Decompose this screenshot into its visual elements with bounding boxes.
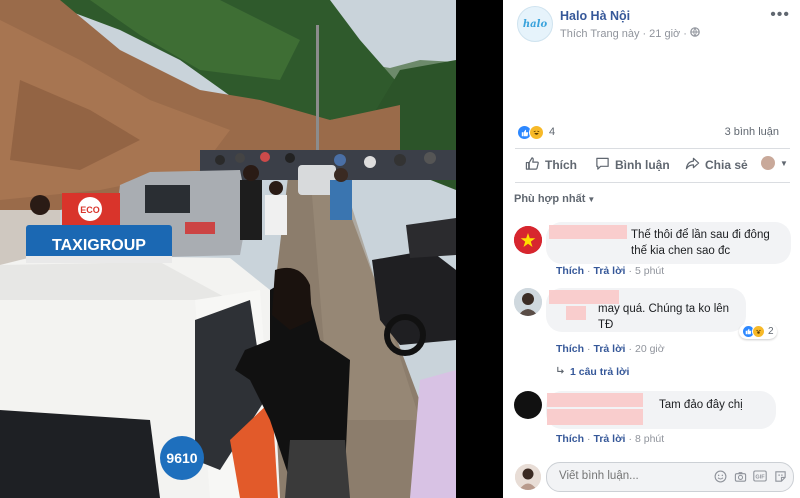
comment-composer: GIF (503, 458, 800, 498)
commenter-avatar[interactable] (514, 226, 542, 254)
comment-time[interactable]: 20 giờ (635, 343, 665, 355)
comment-bubble: may quá. Chúng ta ko lên TĐ (546, 288, 746, 332)
comment-reply-link[interactable]: Trả lời (594, 265, 626, 277)
taxi-number: 9610 (166, 450, 197, 466)
comment-sort-dropdown[interactable]: Phù hợp nhất ▼ (514, 193, 595, 205)
comment-input[interactable] (557, 469, 711, 483)
post-time[interactable]: 21 giờ (649, 28, 680, 40)
gif-icon[interactable]: GIF (753, 469, 767, 483)
meta-separator: · (642, 27, 647, 40)
reply-arrow-icon (556, 366, 565, 378)
reaction-icons[interactable] (517, 125, 544, 140)
comment-like-link[interactable]: Thích (556, 265, 584, 277)
comment-actions: Thích · Trả lời · 8 phút (556, 433, 665, 445)
comment-like-link[interactable]: Thích (556, 433, 584, 445)
caret-down-icon: ▼ (780, 158, 788, 168)
comment-actions: Thích · Trả lời · 20 giờ (556, 343, 665, 355)
comment-reaction-count: 2 (768, 326, 774, 337)
sticker-icon[interactable] (773, 469, 787, 483)
commenter-avatar[interactable] (514, 391, 542, 419)
replies-count-label: 1 câu trả lời (570, 366, 630, 378)
reactions-bar: 4 3 bình luận (517, 123, 787, 141)
divider (515, 182, 790, 183)
wow-reaction-icon (752, 325, 765, 338)
comment-bubble-icon (595, 156, 610, 174)
haha-reaction-icon (529, 125, 544, 140)
svg-text:GIF: GIF (755, 475, 765, 481)
comment-time[interactable]: 8 phút (635, 433, 664, 445)
caret-down-icon: ▼ (587, 195, 596, 204)
comment-like-link[interactable]: Thích (556, 343, 584, 355)
thumbs-up-icon (525, 156, 540, 174)
emoji-icon[interactable] (713, 469, 727, 483)
redacted-name (549, 225, 627, 239)
commenter-avatar[interactable] (514, 288, 542, 316)
more-options-icon[interactable]: ••• (770, 6, 790, 24)
current-user-avatar[interactable] (515, 464, 541, 490)
redacted-name (547, 409, 643, 425)
post-meta: Thích Trang này · 21 giờ · (560, 27, 700, 40)
taxi-sign-text: TAXIGROUP (52, 237, 146, 254)
redacted-name (547, 393, 643, 407)
post-header: halo Halo Hà Nội Thích Trang này · 21 gi… (503, 0, 800, 50)
share-button[interactable]: Chia sẻ (685, 156, 748, 174)
like-label: Thích (545, 158, 577, 172)
post-actions: Thích Bình luận Chia sẻ ▼ (503, 152, 800, 180)
sort-label: Phù hợp nhất (514, 193, 586, 205)
like-page-link[interactable]: Thích Trang này (560, 28, 640, 40)
redacted-name (566, 306, 586, 320)
comment-bubble: Tam đảo đây chị (546, 391, 776, 429)
view-replies-link[interactable]: 1 câu trả lời (556, 366, 629, 378)
eco-sign-text: ECO (80, 205, 100, 215)
meta-separator: · (683, 27, 687, 40)
comment-input-box[interactable]: GIF (546, 462, 794, 492)
post-panel: halo Halo Hà Nội Thích Trang này · 21 gi… (503, 0, 800, 498)
share-label: Chia sẻ (705, 158, 748, 172)
post-photo[interactable]: 9610 TAXIGROUP ECO (0, 0, 456, 498)
post-as-selector[interactable]: ▼ (761, 156, 788, 170)
comment-count[interactable]: 3 bình luận (725, 126, 779, 138)
comment-reply-link[interactable]: Trả lời (594, 343, 626, 355)
redacted-name (549, 290, 619, 304)
page-avatar-text: halo (522, 18, 548, 30)
comment-bubble: Thế thôi để lần sau đi đông thế kia chen… (546, 222, 791, 264)
page-avatar[interactable]: halo (517, 6, 553, 42)
composer-icons: GIF (713, 469, 787, 483)
post-photo-container: 9610 TAXIGROUP ECO (0, 0, 456, 498)
camera-icon[interactable] (733, 469, 747, 483)
comment-label: Bình luận (615, 158, 670, 172)
comment-reactions[interactable]: 2 (739, 324, 777, 339)
reaction-count[interactable]: 4 (549, 126, 555, 138)
page-name-link[interactable]: Halo Hà Nội (560, 9, 630, 23)
comment-actions: Thích · Trả lời · 5 phút (556, 265, 665, 277)
divider (515, 148, 790, 149)
like-button[interactable]: Thích (525, 156, 577, 174)
comment-button[interactable]: Bình luận (595, 156, 670, 174)
comment-reply-link[interactable]: Trả lời (594, 433, 626, 445)
user-avatar-small (761, 156, 775, 170)
share-arrow-icon (685, 156, 700, 174)
comment-time[interactable]: 5 phút (635, 265, 664, 277)
globe-icon (690, 27, 700, 40)
